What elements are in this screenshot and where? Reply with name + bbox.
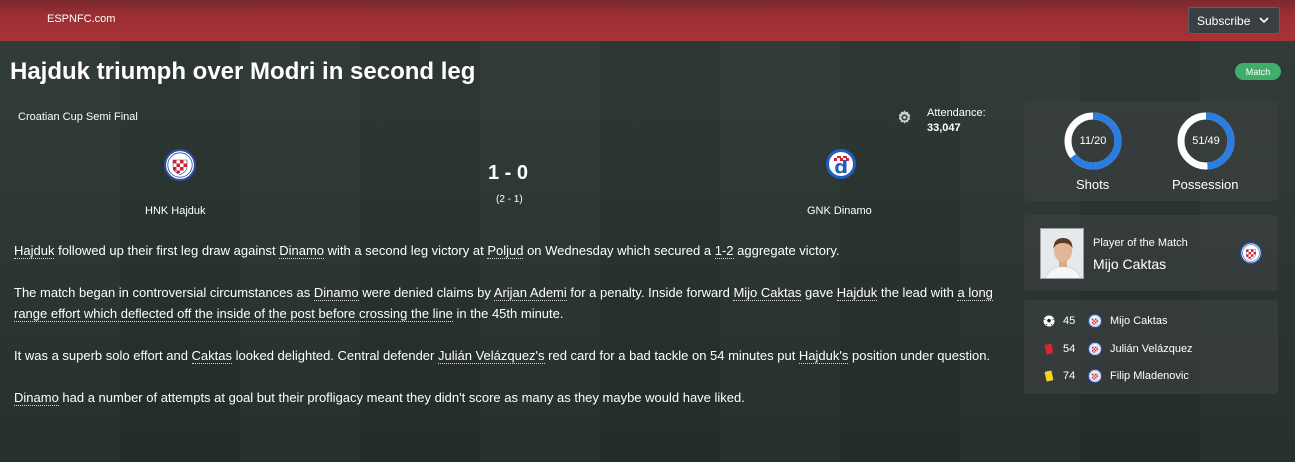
yellow-card-icon xyxy=(1044,370,1054,382)
article-paragraph: The match began in controversial circums… xyxy=(14,285,993,322)
site-brand[interactable]: ESPNFC.com xyxy=(47,13,115,25)
hajduk-crest-icon xyxy=(1088,342,1102,356)
possession-label: Possession xyxy=(1172,177,1239,192)
match-badge: Match xyxy=(1235,63,1281,80)
event-player[interactable]: Filip Mladenovic xyxy=(1110,370,1189,382)
subscribe-button[interactable]: Subscribe xyxy=(1188,7,1280,34)
event-minute: 54 xyxy=(1063,343,1076,355)
subscribe-label: Subscribe xyxy=(1197,13,1251,28)
article-paragraph: It was a superb solo effort and Caktas l… xyxy=(14,348,991,364)
event-minute: 74 xyxy=(1063,370,1076,382)
hajduk-crest-icon xyxy=(1088,369,1102,383)
player-link[interactable]: Mijo Caktas xyxy=(733,285,802,301)
goal-ball-icon xyxy=(1043,315,1055,327)
hajduk-crest-icon xyxy=(1240,242,1262,264)
team-link[interactable]: Hajduk's xyxy=(798,348,849,364)
red-card-icon xyxy=(1044,343,1054,355)
possession-value: 51/49 xyxy=(1192,135,1220,147)
event-player[interactable]: Mijo Caktas xyxy=(1110,315,1167,327)
team-link[interactable]: Dinamo xyxy=(14,390,59,406)
match-score: 1 - 0 xyxy=(488,162,529,184)
match-stats-panel xyxy=(1024,101,1278,201)
team-link[interactable]: Hajduk xyxy=(836,285,878,301)
page-title: Hajduk triumph over Modri in second leg xyxy=(10,58,476,85)
shots-value: 11/20 xyxy=(1079,135,1107,147)
event-minute: 45 xyxy=(1063,315,1076,327)
chevron-down-icon xyxy=(1259,17,1269,24)
player-link[interactable]: Arijan Ademi xyxy=(493,285,567,301)
hajduk-crest-icon xyxy=(1088,314,1102,328)
dinamo-crest-icon[interactable] xyxy=(825,148,857,180)
gear-icon[interactable] xyxy=(896,109,913,126)
away-team-name[interactable]: GNK Dinamo xyxy=(807,205,872,217)
home-team-name[interactable]: HNK Hajduk xyxy=(145,205,206,217)
aggregate-score: (2 - 1) xyxy=(496,194,523,205)
aggregate-link[interactable]: 1-2 xyxy=(714,243,734,259)
article-paragraph: Hajduk followed up their first leg draw … xyxy=(14,243,840,259)
competition-name: Croatian Cup Semi Final xyxy=(18,111,138,123)
stadium-link[interactable]: Poljud xyxy=(487,243,524,259)
article-paragraph: Dinamo had a number of attempts at goal … xyxy=(14,390,745,406)
top-bar xyxy=(0,0,1295,41)
event-player[interactable]: Julián Velázquez xyxy=(1110,343,1193,355)
attendance-value: 33,047 xyxy=(927,122,961,134)
article-body: Hajduk followed up their first leg draw … xyxy=(14,240,1004,429)
hajduk-crest-icon[interactable] xyxy=(164,149,196,181)
team-link[interactable]: Hajduk xyxy=(14,243,55,259)
attendance-label: Attendance: xyxy=(927,107,986,119)
shots-label: Shots xyxy=(1076,177,1110,192)
player-photo[interactable] xyxy=(1040,228,1084,279)
team-link[interactable]: Dinamo xyxy=(313,285,359,301)
player-of-match-label: Player of the Match xyxy=(1093,237,1188,249)
player-link[interactable]: Caktas xyxy=(191,348,232,364)
player-link[interactable]: Julián Velázquez's xyxy=(437,348,545,364)
team-link[interactable]: Dinamo xyxy=(279,243,324,259)
player-of-match-name[interactable]: Mijo Caktas xyxy=(1093,256,1166,272)
